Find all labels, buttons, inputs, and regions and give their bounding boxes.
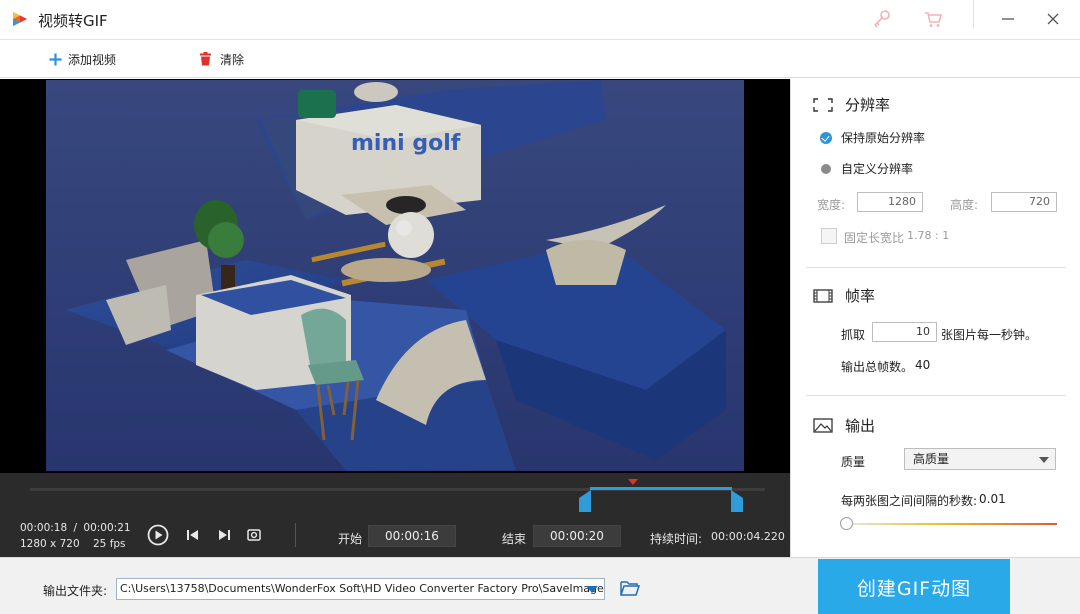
minimize-icon[interactable] <box>997 8 1019 30</box>
chevron-down-icon <box>1039 457 1049 463</box>
previous-frame-button[interactable] <box>186 529 199 541</box>
interval-slider-knob[interactable] <box>840 517 853 530</box>
create-gif-button[interactable]: 创建GIF动图 <box>818 559 1010 614</box>
start-time-field[interactable]: 00:00:16 <box>368 525 456 547</box>
output-heading: 输出 <box>813 415 875 436</box>
time-readout: 00:00:18 / 00:00:21 <box>20 522 131 534</box>
snapshot-button[interactable] <box>247 528 261 542</box>
total-frames-label: 输出总帧数。 <box>841 360 914 374</box>
key-icon[interactable] <box>870 8 892 30</box>
resolution-heading: 分辨率 <box>813 94 890 115</box>
end-label: 结束 <box>502 532 527 546</box>
timeline-selection <box>590 487 732 490</box>
next-frame-button[interactable] <box>218 529 231 541</box>
custom-resolution-label: 自定义分辨率 <box>841 162 914 176</box>
total-frames-value: 40 <box>915 358 931 372</box>
title-bar: 视频转GIF <box>0 0 1080 40</box>
output-folder-field[interactable]: C:\Users\13758\Documents\WonderFox Soft\… <box>116 578 605 600</box>
image-icon <box>813 418 833 433</box>
folder-open-icon[interactable] <box>620 580 640 596</box>
capture-label: 抓取 <box>841 328 866 342</box>
video-frame: mini golf <box>46 80 744 471</box>
cart-icon[interactable] <box>922 8 944 30</box>
controls-divider <box>295 523 296 547</box>
app-logo-icon <box>13 12 27 26</box>
video-fps: 25 fps <box>93 538 126 550</box>
clear-label: 清除 <box>220 52 245 67</box>
end-time-field[interactable]: 00:00:20 <box>533 525 621 547</box>
interval-value: 0.01 <box>979 492 1006 506</box>
width-label: 宽度: <box>817 198 846 212</box>
toolbar: 添加视频 清除 <box>0 40 1080 78</box>
output-heading-text: 输出 <box>845 417 876 435</box>
resolution-heading-text: 分辨率 <box>845 96 891 114</box>
capture-rate-field[interactable]: 10 <box>872 322 937 342</box>
close-icon[interactable] <box>1042 8 1064 30</box>
framerate-heading-text: 帧率 <box>845 287 876 305</box>
add-video-label: 添加视频 <box>68 52 117 67</box>
bottom-bar: 输出文件夹: C:\Users\13758\Documents\WonderFo… <box>0 557 1080 614</box>
video-scene-image: mini golf <box>46 80 744 471</box>
custom-resolution-option[interactable]: 自定义分辨率 <box>820 160 913 177</box>
video-resolution: 1280 x 720 <box>20 538 80 550</box>
keep-original-label: 保持原始分辨率 <box>841 131 926 145</box>
clear-button[interactable]: 清除 <box>199 50 244 68</box>
interval-slider-track[interactable] <box>843 523 1057 525</box>
height-label: 高度: <box>950 198 979 212</box>
play-button[interactable] <box>147 524 169 546</box>
playhead-marker[interactable] <box>628 479 638 485</box>
radio-checked-icon <box>820 131 832 144</box>
output-folder-label: 输出文件夹: <box>43 584 108 598</box>
total-time: 00:00:21 <box>83 522 131 534</box>
video-preview[interactable]: mini golf <box>0 79 790 473</box>
app-window: 视频转GIF 添加视频 清除 mini golf 00:00:18 / 00:0… <box>0 0 1080 614</box>
resolution-icon <box>813 97 833 112</box>
player-controls: 00:00:18 / 00:00:21 1280 x 720 25 fps 开始… <box>0 473 790 557</box>
lock-ratio-label: 固定长宽比 <box>844 231 905 245</box>
framerate-heading: 帧率 <box>813 285 875 306</box>
width-field[interactable]: 1280 <box>857 192 923 212</box>
quality-value: 高质量 <box>913 452 950 466</box>
selection-end-handle[interactable] <box>731 490 743 512</box>
film-icon <box>813 288 833 303</box>
selection-start-handle[interactable] <box>579 490 591 512</box>
keep-original-option[interactable]: 保持原始分辨率 <box>820 129 925 146</box>
quality-label: 质量 <box>841 455 866 469</box>
time-separator: / <box>73 522 78 534</box>
plus-icon <box>49 53 62 65</box>
chevron-down-icon[interactable] <box>586 586 598 593</box>
settings-panel: 分辨率 保持原始分辨率 自定义分辨率 宽度: 1280 高度: 720 固定长宽… <box>790 79 1080 557</box>
per-second-label: 张图片每一秒钟。 <box>941 328 1038 342</box>
duration-label: 持续时间: <box>650 532 703 546</box>
duration-value: 00:00:04.220 <box>711 530 785 543</box>
app-title: 视频转GIF <box>38 12 108 30</box>
output-folder-path: C:\Users\13758\Documents\WonderFox Soft\… <box>120 582 605 595</box>
titlebar-divider <box>973 0 974 28</box>
trash-icon <box>200 52 211 66</box>
current-time: 00:00:18 <box>20 522 68 534</box>
lock-ratio-checkbox[interactable] <box>821 228 837 244</box>
section-divider <box>806 395 1066 396</box>
quality-select[interactable]: 高质量 <box>904 448 1056 470</box>
add-video-button[interactable]: 添加视频 <box>49 50 116 68</box>
height-field[interactable]: 720 <box>991 192 1057 212</box>
section-divider <box>806 267 1066 268</box>
ratio-value: 1.78 : 1 <box>907 229 950 242</box>
interval-label: 每两张图之间间隔的秒数: <box>841 494 978 508</box>
video-info: 1280 x 720 25 fps <box>20 538 126 550</box>
radio-unchecked-icon <box>821 163 831 174</box>
start-label: 开始 <box>338 532 363 546</box>
